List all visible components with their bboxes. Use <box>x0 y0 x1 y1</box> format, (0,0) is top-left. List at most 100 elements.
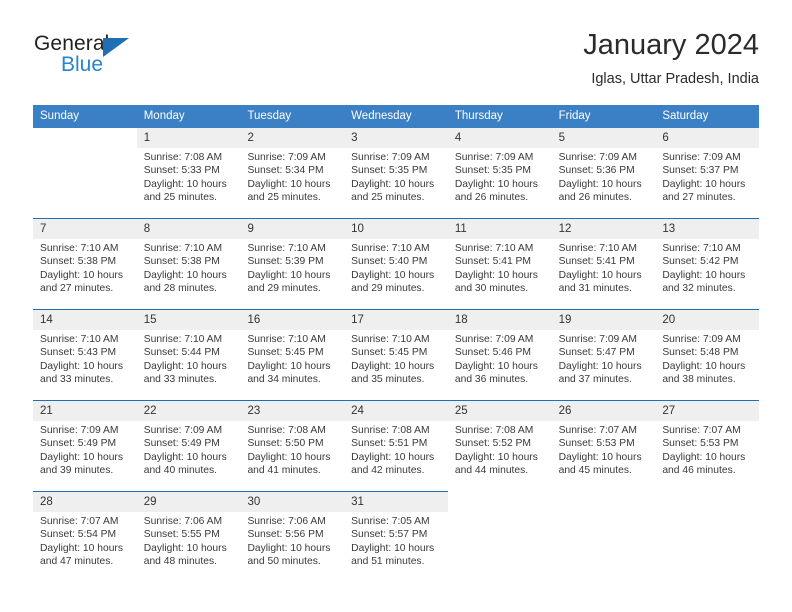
sunrise-text: Sunrise: 7:10 AM <box>351 334 430 345</box>
sunset-text: Sunset: 5:45 PM <box>247 347 324 359</box>
day-number: 9 <box>240 219 345 239</box>
sunrise-text: Sunrise: 7:10 AM <box>247 334 326 345</box>
sunset-text: Sunset: 5:34 PM <box>247 165 324 177</box>
day-cell: Sunrise: 7:06 AM Sunset: 5:55 PM Dayligh… <box>137 512 241 582</box>
weekday-header-saturday: Saturday <box>662 110 709 122</box>
day-number: 20 <box>655 310 760 330</box>
sunrise-text: Sunrise: 7:06 AM <box>247 516 326 527</box>
day-cell: Sunrise: 7:07 AM Sunset: 5:54 PM Dayligh… <box>33 512 137 582</box>
daylight-text-line2: and 51 minutes. <box>351 556 425 568</box>
daylight-text-line1: Daylight: 10 hours <box>351 542 435 554</box>
daylight-text-line2: and 47 minutes. <box>40 556 114 568</box>
day-cell: Sunrise: 7:09 AM Sunset: 5:34 PM Dayligh… <box>240 148 344 218</box>
sunset-text: Sunset: 5:38 PM <box>40 256 117 268</box>
day-cell: Sunrise: 7:10 AM Sunset: 5:45 PM Dayligh… <box>344 330 448 400</box>
daylight-text-line2: and 48 minutes. <box>143 556 217 568</box>
sunset-text: Sunset: 5:40 PM <box>351 256 428 268</box>
daylight-text-line1: Daylight: 10 hours <box>143 178 227 190</box>
sunrise-text: Sunrise: 7:09 AM <box>662 334 741 345</box>
sunrise-text: Sunrise: 7:07 AM <box>558 425 638 436</box>
daylight-text-line1: Daylight: 10 hours <box>40 269 123 281</box>
sunset-text: Sunset: 5:44 PM <box>143 347 220 359</box>
sunset-text: Sunset: 5:49 PM <box>143 438 220 450</box>
daylight-text-line2: and 34 minutes. <box>247 374 321 386</box>
day-cell <box>33 148 137 218</box>
daylight-text-line2: and 25 minutes. <box>143 192 217 204</box>
day-cell: Sunrise: 7:09 AM Sunset: 5:35 PM Dayligh… <box>448 148 552 218</box>
daylight-text-line2: and 50 minutes. <box>247 556 321 568</box>
day-cell: Sunrise: 7:09 AM Sunset: 5:47 PM Dayligh… <box>552 330 656 400</box>
generalblue-logo: General Blue <box>33 32 233 88</box>
day-cell: Sunrise: 7:10 AM Sunset: 5:43 PM Dayligh… <box>33 330 137 400</box>
daylight-text-line2: and 41 minutes. <box>247 465 321 477</box>
daylight-text-line1: Daylight: 10 hours <box>351 451 435 463</box>
sunset-text: Sunset: 5:42 PM <box>662 256 739 268</box>
daylight-text-line1: Daylight: 10 hours <box>454 360 538 372</box>
sunrise-text: Sunrise: 7:10 AM <box>351 243 430 254</box>
sunrise-text: Sunrise: 7:10 AM <box>143 243 223 254</box>
sunset-text: Sunset: 5:43 PM <box>40 347 117 359</box>
daylight-text-line2: and 27 minutes. <box>40 283 114 295</box>
daylight-text-line1: Daylight: 10 hours <box>247 178 331 190</box>
daylight-text-line2: and 36 minutes. <box>454 374 529 386</box>
sunset-text: Sunset: 5:57 PM <box>351 529 428 541</box>
sunrise-text: Sunrise: 7:09 AM <box>454 334 534 345</box>
daylight-text-line1: Daylight: 10 hours <box>662 178 746 190</box>
page-header: General Blue January 2024 Iglas, Uttar P… <box>33 28 759 98</box>
daylight-text-line1: Daylight: 10 hours <box>40 542 123 554</box>
daylight-text-line1: Daylight: 10 hours <box>454 269 538 281</box>
sunrise-text: Sunrise: 7:10 AM <box>662 243 741 254</box>
sunrise-text: Sunrise: 7:07 AM <box>662 425 741 436</box>
daylight-text-line1: Daylight: 10 hours <box>143 542 227 554</box>
sunset-text: Sunset: 5:35 PM <box>351 165 428 177</box>
daylight-text-line1: Daylight: 10 hours <box>558 451 642 463</box>
day-number: 26 <box>551 401 656 421</box>
day-number <box>448 492 552 512</box>
sunrise-text: Sunrise: 7:10 AM <box>454 243 534 254</box>
day-number: 21 <box>33 401 137 421</box>
sunset-text: Sunset: 5:41 PM <box>454 256 532 268</box>
daylight-text-line2: and 42 minutes. <box>351 465 425 477</box>
sunset-text: Sunset: 5:41 PM <box>558 256 635 268</box>
daylight-text-line2: and 26 minutes. <box>558 192 632 204</box>
daylight-text-line2: and 29 minutes. <box>351 283 425 295</box>
day-number: 2 <box>240 128 345 148</box>
day-cell: Sunrise: 7:09 AM Sunset: 5:35 PM Dayligh… <box>344 148 448 218</box>
daylight-text-line2: and 33 minutes. <box>40 374 114 386</box>
daylight-text-line2: and 25 minutes. <box>247 192 321 204</box>
logo-text-blue: Blue <box>61 53 104 76</box>
daylight-text-line1: Daylight: 10 hours <box>40 451 123 463</box>
sunrise-text: Sunrise: 7:10 AM <box>40 243 119 254</box>
daylight-text-line2: and 27 minutes. <box>662 192 736 204</box>
daylight-text-line1: Daylight: 10 hours <box>247 451 331 463</box>
day-cell: Sunrise: 7:10 AM Sunset: 5:41 PM Dayligh… <box>552 239 656 309</box>
daylight-text-line1: Daylight: 10 hours <box>558 360 642 372</box>
day-cell <box>552 512 656 582</box>
sunset-text: Sunset: 5:46 PM <box>454 347 532 359</box>
daylight-text-line1: Daylight: 10 hours <box>662 360 746 372</box>
day-cell: Sunrise: 7:08 AM Sunset: 5:52 PM Dayligh… <box>448 421 552 491</box>
sunset-text: Sunset: 5:56 PM <box>247 529 324 541</box>
daylight-text-line1: Daylight: 10 hours <box>143 451 227 463</box>
day-number: 24 <box>344 401 448 421</box>
day-cell: Sunrise: 7:10 AM Sunset: 5:42 PM Dayligh… <box>655 239 759 309</box>
daylight-text-line2: and 40 minutes. <box>143 465 217 477</box>
sunset-text: Sunset: 5:35 PM <box>454 165 532 177</box>
sunrise-text: Sunrise: 7:10 AM <box>40 334 119 345</box>
sunset-text: Sunset: 5:49 PM <box>40 438 117 450</box>
day-number: 15 <box>136 310 241 330</box>
day-cell: Sunrise: 7:06 AM Sunset: 5:56 PM Dayligh… <box>240 512 344 582</box>
day-number <box>552 492 656 512</box>
sunrise-text: Sunrise: 7:08 AM <box>351 425 430 436</box>
sunset-text: Sunset: 5:53 PM <box>662 438 739 450</box>
day-number: 12 <box>551 219 656 239</box>
sunrise-text: Sunrise: 7:09 AM <box>40 425 119 436</box>
day-number: 31 <box>344 492 448 512</box>
day-number: 28 <box>33 492 137 512</box>
day-cell: Sunrise: 7:08 AM Sunset: 5:33 PM Dayligh… <box>137 148 241 218</box>
day-number: 23 <box>240 401 345 421</box>
sunrise-text: Sunrise: 7:08 AM <box>454 425 534 436</box>
daylight-text-line1: Daylight: 10 hours <box>351 360 435 372</box>
day-detail-band: Sunrise: 7:10 AM Sunset: 5:43 PM Dayligh… <box>33 330 759 400</box>
sunset-text: Sunset: 5:52 PM <box>454 438 532 450</box>
